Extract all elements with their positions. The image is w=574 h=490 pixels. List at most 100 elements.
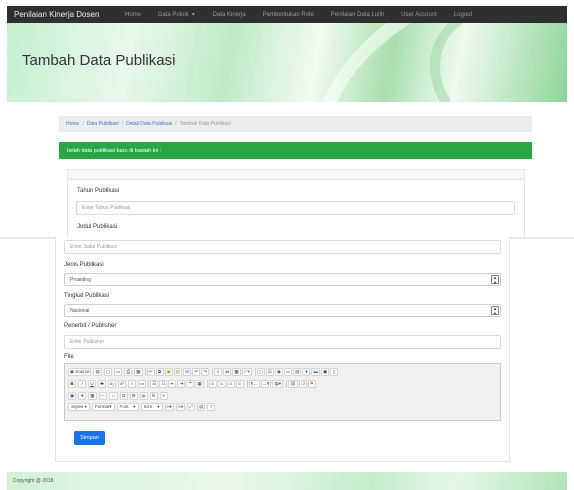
jenis-select[interactable]: Prosiding ▲ ▼ xyxy=(64,273,501,286)
rtl-icon[interactable]: ←¶ xyxy=(260,379,272,388)
new-page-icon[interactable]: ▢ xyxy=(103,367,112,376)
clear-format-icon[interactable]: ▭ xyxy=(138,379,147,388)
image-button-icon[interactable]: ▣ xyxy=(320,367,330,376)
size-label: Size xyxy=(143,404,153,409)
forms-group: ▢ ☑ ◉ ▭ ▤ ▾ ▬ ▣ ▯ xyxy=(254,367,340,376)
table-icon[interactable]: ▦ xyxy=(88,391,97,400)
list-group: ☰ ☷ ⇤ ⇥ ❝ ▦ xyxy=(148,379,204,388)
outdent-icon[interactable]: ⇤ xyxy=(168,379,177,388)
copyright-text: Copyright @ 2018 xyxy=(13,478,54,484)
checkbox-icon[interactable]: ☑ xyxy=(265,367,274,376)
bold-icon[interactable]: B xyxy=(68,379,76,388)
breadcrumb: Home / Data Publikasi / Detail Data Publ… xyxy=(59,116,532,132)
ltr-icon[interactable]: ¶→ xyxy=(248,379,260,388)
page-break-icon[interactable]: ⊟ xyxy=(129,391,138,400)
nav-data-pokok[interactable]: Data Pokok ▼ xyxy=(158,12,196,18)
nav-user-account[interactable]: User Account xyxy=(401,12,437,18)
preview-icon[interactable]: ▭ xyxy=(114,367,123,376)
maximize-icon[interactable]: ⤢ xyxy=(187,402,196,411)
nav-penilaian-data-lulih[interactable]: Penilaian Data Lulih xyxy=(331,12,384,18)
unlink-icon[interactable]: ⛓̸ xyxy=(298,379,307,388)
nav-logout[interactable]: Logout xyxy=(454,12,472,18)
source-button[interactable]: ◉ Source xyxy=(68,367,92,376)
align-right-icon[interactable]: ≡ xyxy=(226,379,235,388)
iframe-icon[interactable]: ◍ xyxy=(139,391,148,400)
italic-icon[interactable]: I xyxy=(78,379,86,388)
flash-icon[interactable]: ● xyxy=(78,391,87,400)
font-dropdown[interactable]: Font ▾ xyxy=(116,402,139,411)
replace-icon[interactable]: ⇄ xyxy=(223,367,232,376)
redo-icon[interactable]: ↷ xyxy=(201,367,210,376)
special-char-icon[interactable]: Ω xyxy=(119,391,128,400)
textfield-icon[interactable]: ▭ xyxy=(283,367,293,376)
judul-input[interactable]: Enter Judul Publikasi xyxy=(64,240,501,254)
about-icon[interactable]: ? xyxy=(207,402,216,411)
anchor-icon[interactable]: ⚑ xyxy=(307,379,316,388)
bulleted-list-icon[interactable]: ☷ xyxy=(159,379,168,388)
emoji-icon[interactable]: ● xyxy=(159,391,168,400)
smiley-icon[interactable]: ☺ xyxy=(109,391,118,400)
tingkat-select[interactable]: Nasional ▲ ▼ xyxy=(64,304,501,317)
superscript-icon[interactable]: x² xyxy=(118,379,126,388)
breadcrumb-home[interactable]: Home xyxy=(66,121,79,127)
underline-icon[interactable]: U xyxy=(88,379,96,388)
find-icon[interactable]: ⌕ xyxy=(214,367,223,376)
select-all-icon[interactable]: ▩ xyxy=(232,367,241,376)
cut-icon[interactable]: ✂ xyxy=(146,367,155,376)
link-icon[interactable]: ⛓ xyxy=(287,379,298,388)
undo-icon[interactable]: ↶ xyxy=(192,367,201,376)
select-field-icon[interactable]: ▾ xyxy=(302,367,311,376)
print-icon[interactable]: ⎙ xyxy=(124,367,133,376)
rich-text-editor[interactable]: ◉ Source ▤ ▢ ▭ ⎙ ▦ ✂ ⧉ ▣ ▤ W ↶ ↷ ⌕ ⇄ ▩ ✓… xyxy=(64,363,501,421)
jenis-label: Jenis Publikasi xyxy=(64,262,104,268)
templates-icon[interactable]: ▦ xyxy=(134,367,143,376)
align-center-icon[interactable]: ≡ xyxy=(217,379,226,388)
image-icon[interactable]: ▣ xyxy=(68,391,77,400)
align-left-icon[interactable]: ≡ xyxy=(208,379,217,388)
numbered-list-icon[interactable]: ☰ xyxy=(150,379,159,388)
align-justify-icon[interactable]: ≡ xyxy=(235,379,244,388)
select-arrow-icon[interactable]: ▲ ▼ xyxy=(491,306,499,316)
size-dropdown[interactable]: Size ▾ xyxy=(140,402,163,411)
link-group: ⛓ ⛓̸ ⚑ xyxy=(285,379,317,388)
div-icon[interactable]: ▦ xyxy=(195,379,204,388)
judul-placeholder: Enter Judul Publikasi xyxy=(70,244,117,250)
paste-icon[interactable]: ▣ xyxy=(164,367,173,376)
text-color-icon[interactable]: A▾ xyxy=(164,402,174,411)
horizontal-line-icon[interactable]: — xyxy=(98,391,108,400)
strike-icon[interactable]: S xyxy=(98,379,106,388)
spellcheck-icon[interactable]: ✓▾ xyxy=(241,367,252,376)
bg-color-icon[interactable]: A▾ xyxy=(175,402,186,411)
formula-icon[interactable]: fx xyxy=(149,391,158,400)
show-blocks-icon[interactable]: ▤ xyxy=(197,402,206,411)
hidden-field-icon[interactable]: ▯ xyxy=(330,367,339,376)
penerbit-input[interactable]: Enter Publisher xyxy=(64,335,501,349)
paste-text-icon[interactable]: ▤ xyxy=(173,367,183,376)
tahun-input[interactable]: Enter Tahun Publikasi xyxy=(76,201,515,215)
remove-format-icon[interactable]: ✓ xyxy=(128,379,136,388)
form-icon[interactable]: ▢ xyxy=(256,367,265,376)
indent-icon[interactable]: ⇥ xyxy=(177,379,186,388)
breadcrumb-data-publikasi[interactable]: Data Publikasi xyxy=(87,121,119,127)
button-field-icon[interactable]: ▬ xyxy=(311,367,320,376)
styles-dropdown[interactable]: Styles ▾ xyxy=(68,402,90,411)
paste-word-icon[interactable]: W xyxy=(183,367,192,376)
blockquote-icon[interactable]: ❝ xyxy=(186,379,195,388)
format-dropdown[interactable]: Format ▾ xyxy=(92,402,115,411)
copy-icon[interactable]: ⧉ xyxy=(155,367,164,376)
textarea-icon[interactable]: ▤ xyxy=(293,367,302,376)
tahun-placeholder: Enter Tahun Publikasi xyxy=(82,205,131,211)
select-arrow-icon[interactable]: ▲ ▼ xyxy=(491,275,499,285)
find-group: ⌕ ⇄ ▩ ✓▾ xyxy=(212,367,252,376)
nav-pembentukan-role[interactable]: Pembentukan Role xyxy=(263,12,314,18)
breadcrumb-detail-data-publikasi[interactable]: Detail Data Publikasi xyxy=(126,121,172,127)
nav-data-kinerja[interactable]: Data Kinerja xyxy=(213,12,246,18)
format-label: Format xyxy=(95,404,110,409)
brand-title[interactable]: Penilaian Kinerja Dosen xyxy=(7,10,125,19)
save-icon[interactable]: ▤ xyxy=(93,367,102,376)
nav-home[interactable]: Home xyxy=(125,12,141,18)
language-icon[interactable]: ▤▾ xyxy=(272,379,283,388)
simpan-button[interactable]: Simpan xyxy=(74,431,105,445)
radio-icon[interactable]: ◉ xyxy=(274,367,283,376)
subscript-icon[interactable]: x₂ xyxy=(108,379,116,388)
